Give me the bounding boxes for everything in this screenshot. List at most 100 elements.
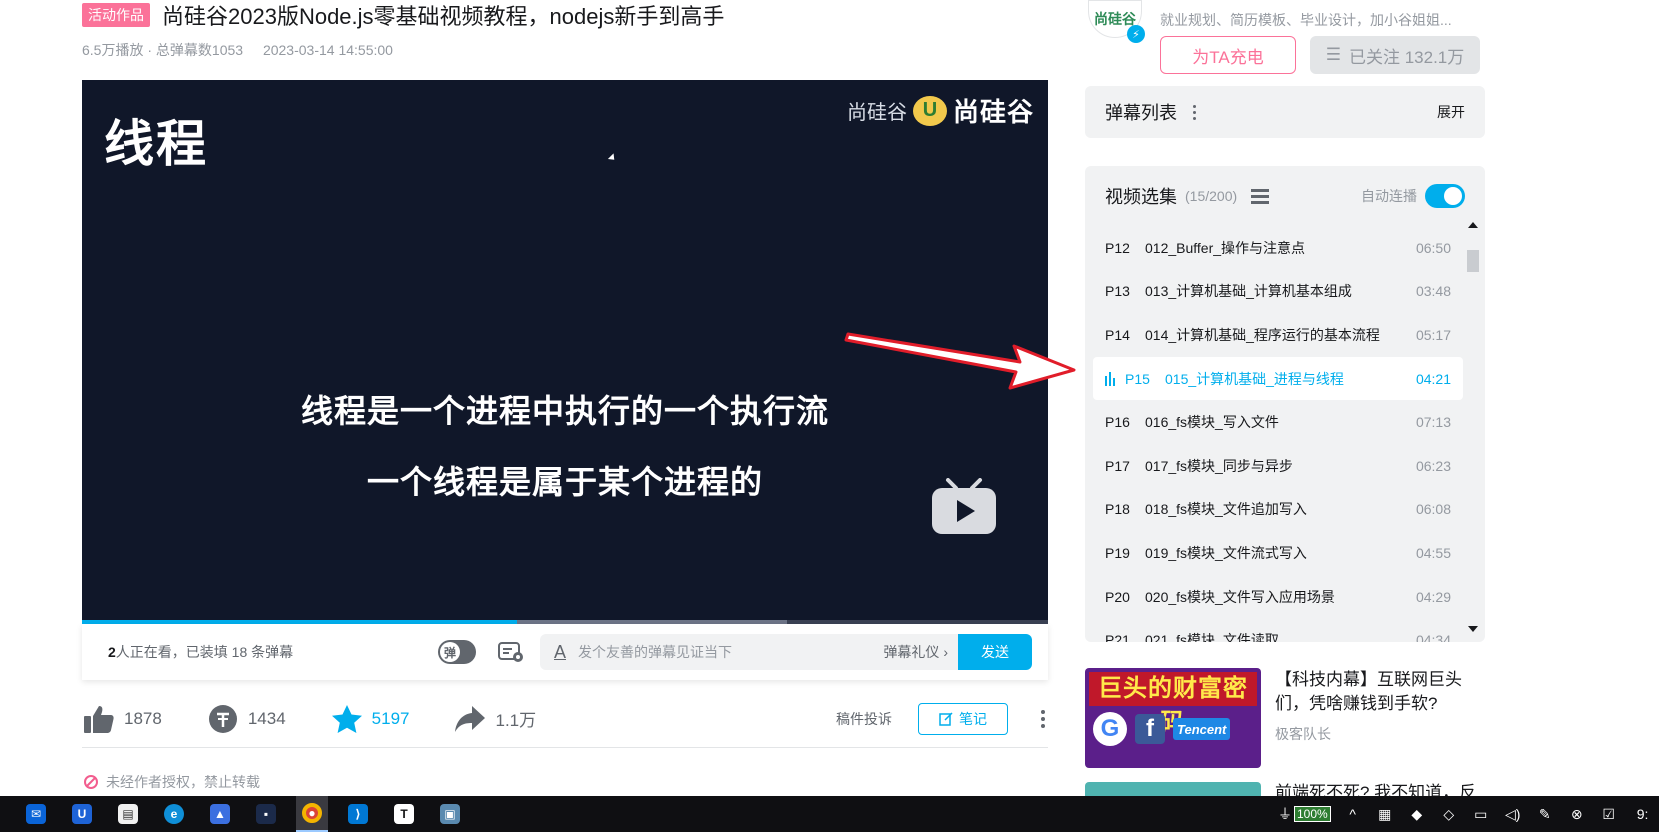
danmaku-list-header[interactable]: 弹幕列表 展开 — [1085, 86, 1485, 138]
episode-item[interactable]: P15 015_计算机基础_进程与线程 04:21 — [1093, 356, 1463, 401]
episode-item[interactable]: P13 013_计算机基础_计算机基本组成 03:48 — [1093, 270, 1463, 314]
security-icon[interactable]: ◇ — [1439, 804, 1459, 824]
episode-item[interactable]: P21 021_fs模块_文件读取 04:34 — [1093, 618, 1463, 642]
share-button[interactable]: 1.1万 — [453, 702, 536, 736]
keyboard-icon[interactable]: ▭ — [1471, 804, 1491, 824]
episode-item[interactable]: P17 017_fs模块_同步与异步 06:23 — [1093, 444, 1463, 488]
video-title-row: 活动作品 尚硅谷2023版Node.js零基础视频教程，nodejs新手到高手 — [82, 0, 724, 30]
episode-item[interactable]: P12 012_Buffer_操作与注意点 06:50 — [1093, 226, 1463, 270]
danmaku-etiquette-link[interactable]: 弹幕礼仪 › — [883, 642, 948, 662]
notification-check-icon[interactable]: ☑ — [1599, 804, 1619, 824]
like-button[interactable]: 1878 — [82, 702, 162, 736]
play-stats: 6.5万播放 · 总弹幕数1053 — [82, 42, 244, 58]
send-danmaku-button[interactable]: 发送 — [958, 634, 1032, 670]
coin-count: 1434 — [247, 708, 286, 728]
episode-item[interactable]: P16 016_fs模块_写入文件 07:13 — [1093, 400, 1463, 444]
font-style-icon[interactable]: A — [554, 642, 566, 663]
episode-duration: 03:48 — [1415, 283, 1451, 300]
scroll-up-icon[interactable] — [1468, 222, 1478, 228]
close-circle-icon[interactable]: ⊗ — [1567, 804, 1587, 824]
bilibili-tv-icon — [932, 478, 996, 534]
watermark-brand: 尚硅谷 — [952, 97, 1034, 127]
episode-list: P12 012_Buffer_操作与注意点 06:50 P13 013_计算机基础_计算… — [1093, 226, 1463, 642]
recommended-thumbnail-2[interactable] — [1085, 782, 1261, 796]
episode-name: 012_Buffer_操作与注意点 — [1145, 239, 1306, 256]
autoplay-switch[interactable] — [1425, 184, 1465, 208]
tray-app-icon[interactable]: ▦ — [1375, 804, 1395, 824]
danmaku-list-expand[interactable]: 展开 — [1437, 102, 1465, 122]
mouse-cursor-icon — [607, 153, 618, 163]
volume-icon[interactable]: ◁) — [1503, 804, 1523, 824]
watermark-text: 尚硅谷 — [846, 102, 907, 124]
uploader-avatar[interactable]: 尚硅谷 ⚡ — [1088, 0, 1145, 43]
typora-icon[interactable]: T — [388, 796, 420, 832]
list-view-icon[interactable] — [1251, 188, 1270, 204]
episode-item[interactable]: P18 018_fs模块_文件追加写入 06:08 — [1093, 488, 1463, 532]
slide-text-line-2: 一个线程是属于某个进程的 — [366, 464, 763, 500]
activity-badge[interactable]: 活动作品 — [82, 3, 150, 27]
episode-part: P12 — [1105, 239, 1130, 256]
follow-button[interactable]: ☰ 已关注 132.1万 — [1310, 36, 1480, 74]
taskbar-clock[interactable]: 9: — [1637, 806, 1649, 822]
episode-item[interactable]: P14 014_计算机基础_程序运行的基本流程 05:17 — [1093, 313, 1463, 357]
more-options-icon[interactable] — [1038, 709, 1048, 728]
recommended-author[interactable]: 极客队长 — [1275, 724, 1331, 744]
note-button[interactable]: 笔记 — [918, 702, 1008, 735]
battery-indicator[interactable]: ⏚ 100% — [1278, 804, 1331, 824]
file-icon[interactable]: ▤ — [112, 796, 144, 832]
episode-item[interactable]: P20 020_fs模块_文件写入应用场景 04:29 — [1093, 575, 1463, 619]
recommended-video-2[interactable]: 前端死不死? 我不知道，反 — [1085, 782, 1485, 796]
episode-part: P16 — [1105, 414, 1130, 431]
coin-button[interactable]: 1434 — [206, 702, 286, 736]
taskbar-apps: ✉ U ▤ e ▲ ▪ ● ⟩ T ▣ — [20, 796, 466, 832]
danmaku-settings-icon[interactable] — [496, 640, 526, 664]
battery-percent: 100% — [1294, 806, 1331, 822]
tray-shield-icon[interactable]: ◆ — [1407, 804, 1427, 824]
copyright-text: 未经作者授权，禁止转载 — [106, 774, 260, 790]
edge-browser-icon[interactable]: e — [158, 796, 190, 832]
episode-duration: 06:08 — [1415, 501, 1451, 518]
episode-scrollbar[interactable] — [1467, 222, 1479, 632]
lightning-icon: ⚡ — [1127, 25, 1145, 43]
episode-duration: 07:13 — [1415, 414, 1451, 431]
chevron-up-icon[interactable]: ^ — [1343, 804, 1363, 824]
recommended-title-2[interactable]: 前端死不死? 我不知道，反 — [1275, 782, 1476, 796]
cloud-drive-icon[interactable]: ▲ — [204, 796, 236, 832]
remote-desktop-icon[interactable]: ▣ — [434, 796, 466, 832]
recommended-thumbnail[interactable]: 巨头的财富密码 G f Tencent — [1085, 668, 1261, 768]
pen-icon[interactable]: ✎ — [1535, 804, 1555, 824]
toolbar-right: 稿件投诉 笔记 — [836, 702, 1048, 735]
episode-item[interactable]: P19 019_fs模块_文件流式写入 04:55 — [1093, 531, 1463, 575]
scrollbar-thumb[interactable] — [1467, 250, 1479, 272]
episode-name: 015_计算机基础_进程与线程 — [1165, 370, 1344, 387]
red-annotation-arrow-icon — [844, 332, 1076, 390]
recommended-video[interactable]: 巨头的财富密码 G f Tencent 【科技内幕】互联网巨头们，凭啥赚钱到手软… — [1085, 668, 1485, 768]
copyright-notice: 未经作者授权，禁止转载 — [84, 772, 260, 792]
episode-part: P21 — [1105, 632, 1130, 642]
uploader-card: 尚硅谷 ⚡ 就业规划、简历模板、毕业设计，加小谷姐姐... 为TA充电 ☰ 已关… — [1084, 0, 1484, 76]
google-logo-icon: G — [1093, 712, 1127, 746]
recommended-title[interactable]: 【科技内幕】互联网巨头们，凭啥赚钱到手软? — [1275, 668, 1485, 716]
follow-label: 已关注 132.1万 — [1348, 47, 1465, 67]
favorite-button[interactable]: 5197 — [330, 702, 409, 736]
episode-panel: 视频选集 (15/200) 自动连播 P12 012_Buffer_操作与注意点 0… — [1085, 166, 1485, 642]
danmaku-list-more-icon[interactable] — [1193, 104, 1196, 120]
episode-part: P13 — [1105, 283, 1130, 300]
terminal-icon[interactable]: ▪ — [250, 796, 282, 832]
danmaku-input[interactable] — [578, 644, 884, 660]
episode-part: P15 — [1125, 370, 1150, 387]
vscode-icon[interactable]: ⟩ — [342, 796, 374, 832]
mail-icon[interactable]: ✉ — [20, 796, 52, 832]
edit-note-icon — [939, 711, 953, 726]
video-watermark: 尚硅谷 U 尚硅谷 — [847, 92, 1034, 129]
thumbnail-logos: G f Tencent — [1093, 712, 1253, 746]
menu-lines-icon: ☰ — [1325, 45, 1341, 64]
scroll-down-icon[interactable] — [1468, 626, 1478, 632]
shield-icon[interactable]: U — [66, 796, 98, 832]
charge-button[interactable]: 为TA充电 — [1160, 36, 1296, 74]
chrome-browser-icon[interactable]: ● — [296, 796, 328, 832]
slide-heading: 线程 — [104, 116, 208, 172]
report-link[interactable]: 稿件投诉 — [836, 709, 892, 729]
danmaku-toggle[interactable]: 弹 — [438, 640, 476, 664]
charging-plug-icon: ⏚ — [1278, 806, 1292, 822]
